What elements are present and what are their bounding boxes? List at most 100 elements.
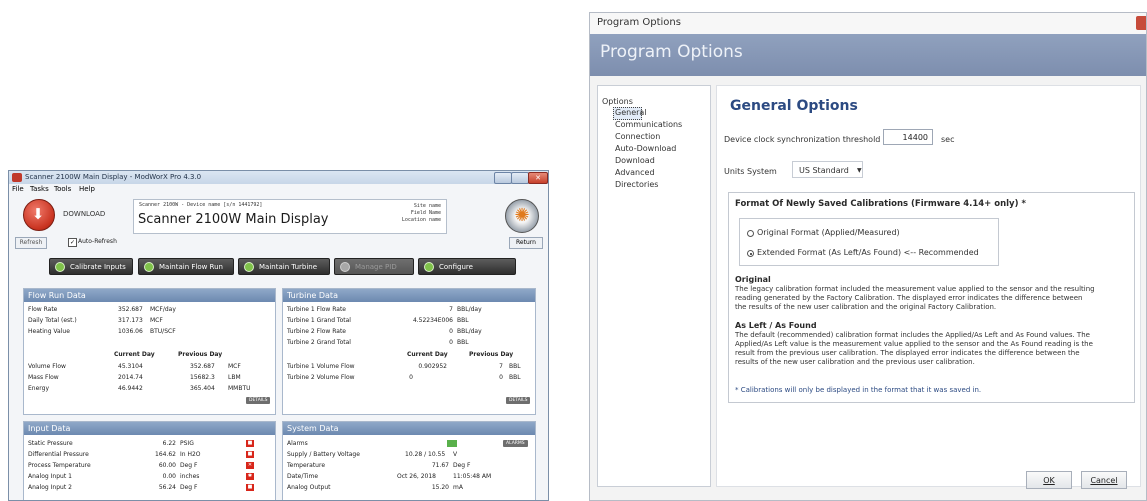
- row-unit: V: [453, 451, 458, 458]
- title-bar: Program Options: [590, 13, 1146, 35]
- window-title: Scanner 2100W Main Display - ModWorX Pro…: [25, 173, 202, 181]
- turbine1-flow-rate-row: Turbine 1 Flow Rate 7 BBL/day: [287, 305, 531, 314]
- device-header: ⬇ DOWNLOAD Scanner 2100W - Device name […: [13, 196, 545, 237]
- star-alarm-icon[interactable]: ✱: [246, 473, 254, 480]
- row-label: Turbine 1 Volume Flow: [287, 363, 355, 370]
- system-data-title: System Data: [283, 422, 535, 435]
- sync-threshold-label: Device clock synchronization threshold: [724, 135, 881, 144]
- device-title: Scanner 2100W Main Display: [138, 212, 329, 227]
- turbine-details-button[interactable]: DETAILS: [506, 397, 531, 404]
- row-current: 2014.74: [118, 374, 143, 381]
- alarms-button[interactable]: ALARMS: [503, 440, 528, 447]
- menu-help[interactable]: Help: [79, 184, 95, 195]
- tree-item-download[interactable]: Download: [615, 156, 655, 165]
- row-previous: 7: [499, 363, 503, 370]
- description-line: result from the previous user calibratio…: [735, 349, 1080, 357]
- row-label: Differential Pressure: [28, 451, 89, 458]
- description-line: The legacy calibration format included t…: [735, 285, 1095, 293]
- row-value: 10.28 / 10.55: [405, 451, 446, 458]
- maintain-turbine-button[interactable]: Maintain Turbine: [238, 258, 330, 275]
- row-unit: Deg F: [453, 462, 471, 469]
- tree-item-options[interactable]: Options: [602, 97, 633, 106]
- configure-button[interactable]: Configure: [418, 258, 516, 275]
- volume-flow-row: Volume Flow 45.3104 352.687 MCF: [28, 362, 271, 371]
- refresh-toolbar: Refresh ✓ Auto-Refresh Return: [13, 237, 545, 249]
- menu-file[interactable]: File: [12, 184, 24, 195]
- row-label: Turbine 1 Grand Total: [287, 317, 351, 324]
- menu-tasks[interactable]: Tasks: [30, 184, 49, 195]
- row-value: 15.20: [431, 484, 449, 491]
- original-format-radio[interactable]: [747, 230, 754, 237]
- tree-item-advanced[interactable]: Advanced: [615, 168, 655, 177]
- row-unit: 11:05:48 AM: [453, 473, 492, 480]
- row-label: Flow Rate: [28, 306, 58, 313]
- row-previous: 352.687: [190, 363, 215, 370]
- banner-title: Program Options: [600, 42, 743, 62]
- calibrate-inputs-button[interactable]: Calibrate Inputs: [49, 258, 133, 275]
- x-alarm-icon[interactable]: ✕: [246, 462, 254, 469]
- maximize-button[interactable]: [511, 172, 529, 184]
- row-unit: Deg F: [180, 484, 198, 491]
- original-format-label: Original Format (Applied/Measured): [757, 228, 900, 237]
- row-value: 164.62: [155, 451, 176, 458]
- tree-item-communications[interactable]: Communications: [615, 120, 682, 129]
- close-button[interactable]: [1136, 16, 1146, 30]
- as-left-description: The default (recommended) calibration fo…: [735, 331, 1135, 367]
- row-value: 60.00: [158, 462, 176, 469]
- chevron-down-icon: ▼: [857, 167, 862, 174]
- analog-output-row: Analog Output 15.20 mA: [287, 483, 531, 492]
- row-current: 0.902952: [418, 363, 447, 370]
- flow-run-details-button[interactable]: DETAILS: [246, 397, 271, 404]
- row-value: Oct 26, 2018: [397, 473, 436, 480]
- supply-voltage-row: Supply / Battery Voltage 10.28 / 10.55 V: [287, 450, 531, 459]
- units-system-select[interactable]: US Standard ▼: [792, 161, 863, 178]
- row-value: 352.687: [118, 306, 143, 313]
- row-unit: MCF: [150, 317, 163, 324]
- extended-format-radio[interactable]: [747, 250, 754, 257]
- row-label: Turbine 2 Volume Flow: [287, 374, 355, 381]
- row-label: Turbine 2 Grand Total: [287, 339, 351, 346]
- auto-refresh-checkbox[interactable]: ✓: [68, 238, 77, 247]
- tree-item-connection[interactable]: Connection: [615, 132, 660, 141]
- row-unit: BBL: [509, 363, 521, 370]
- previous-day-header: Previous Day: [178, 351, 223, 358]
- manage-pid-button[interactable]: Manage PID: [334, 258, 414, 275]
- maintain-flow-run-button[interactable]: Maintain Flow Run: [138, 258, 234, 275]
- calibrate-icon: [55, 262, 65, 272]
- row-label: Turbine 2 Flow Rate: [287, 328, 346, 335]
- original-heading: Original: [735, 275, 771, 284]
- device-name-line: Scanner 2100W - Device name [s/n 1441792…: [139, 202, 263, 208]
- turbine-panel: Turbine Data Turbine 1 Flow Rate 7 BBL/d…: [282, 288, 536, 415]
- tree-item-directories[interactable]: Directories: [615, 180, 658, 189]
- row-unit: LBM: [228, 374, 241, 381]
- refresh-button[interactable]: Refresh: [15, 237, 47, 249]
- lock-alarm-icon[interactable]: ■: [246, 451, 254, 458]
- row-previous: 0: [499, 374, 503, 381]
- lock-alarm-icon[interactable]: ■: [246, 440, 254, 447]
- description-line: The default (recommended) calibration fo…: [735, 331, 1090, 339]
- row-unit: BBL/day: [457, 306, 482, 313]
- lock-alarm-icon[interactable]: ■: [246, 484, 254, 491]
- alarm-status-indicator: [447, 440, 457, 447]
- row-label: Analog Input 1: [28, 473, 72, 480]
- current-day-header: Current Day: [407, 351, 448, 358]
- description-line: results of the new user calibration and …: [735, 358, 975, 366]
- app-icon: [12, 173, 22, 182]
- return-button[interactable]: Return: [509, 237, 543, 249]
- sync-threshold-input[interactable]: 14400: [883, 129, 933, 145]
- ok-button[interactable]: OK: [1026, 471, 1072, 489]
- temperature-row: Temperature 71.67 Deg F: [287, 461, 531, 470]
- tree-item-general[interactable]: General: [615, 108, 647, 117]
- row-label: Turbine 1 Flow Rate: [287, 306, 346, 313]
- row-value: 6.22: [162, 440, 176, 447]
- tree-item-auto-download[interactable]: Auto-Download: [615, 144, 676, 153]
- options-banner: Program Options: [590, 34, 1146, 76]
- format-radio-group: Original Format (Applied/Measured) Exten…: [739, 218, 999, 266]
- close-button[interactable]: ✕: [528, 172, 548, 184]
- turbine2-flow-rate-row: Turbine 2 Flow Rate 0 BBL/day: [287, 327, 531, 336]
- minimize-button[interactable]: [494, 172, 512, 184]
- cancel-button[interactable]: Cancel: [1081, 471, 1127, 489]
- calibration-note: * Calibrations will only be displayed in…: [735, 386, 982, 394]
- menu-tools[interactable]: Tools: [54, 184, 71, 195]
- options-content: General Options Device clock synchroniza…: [716, 85, 1141, 487]
